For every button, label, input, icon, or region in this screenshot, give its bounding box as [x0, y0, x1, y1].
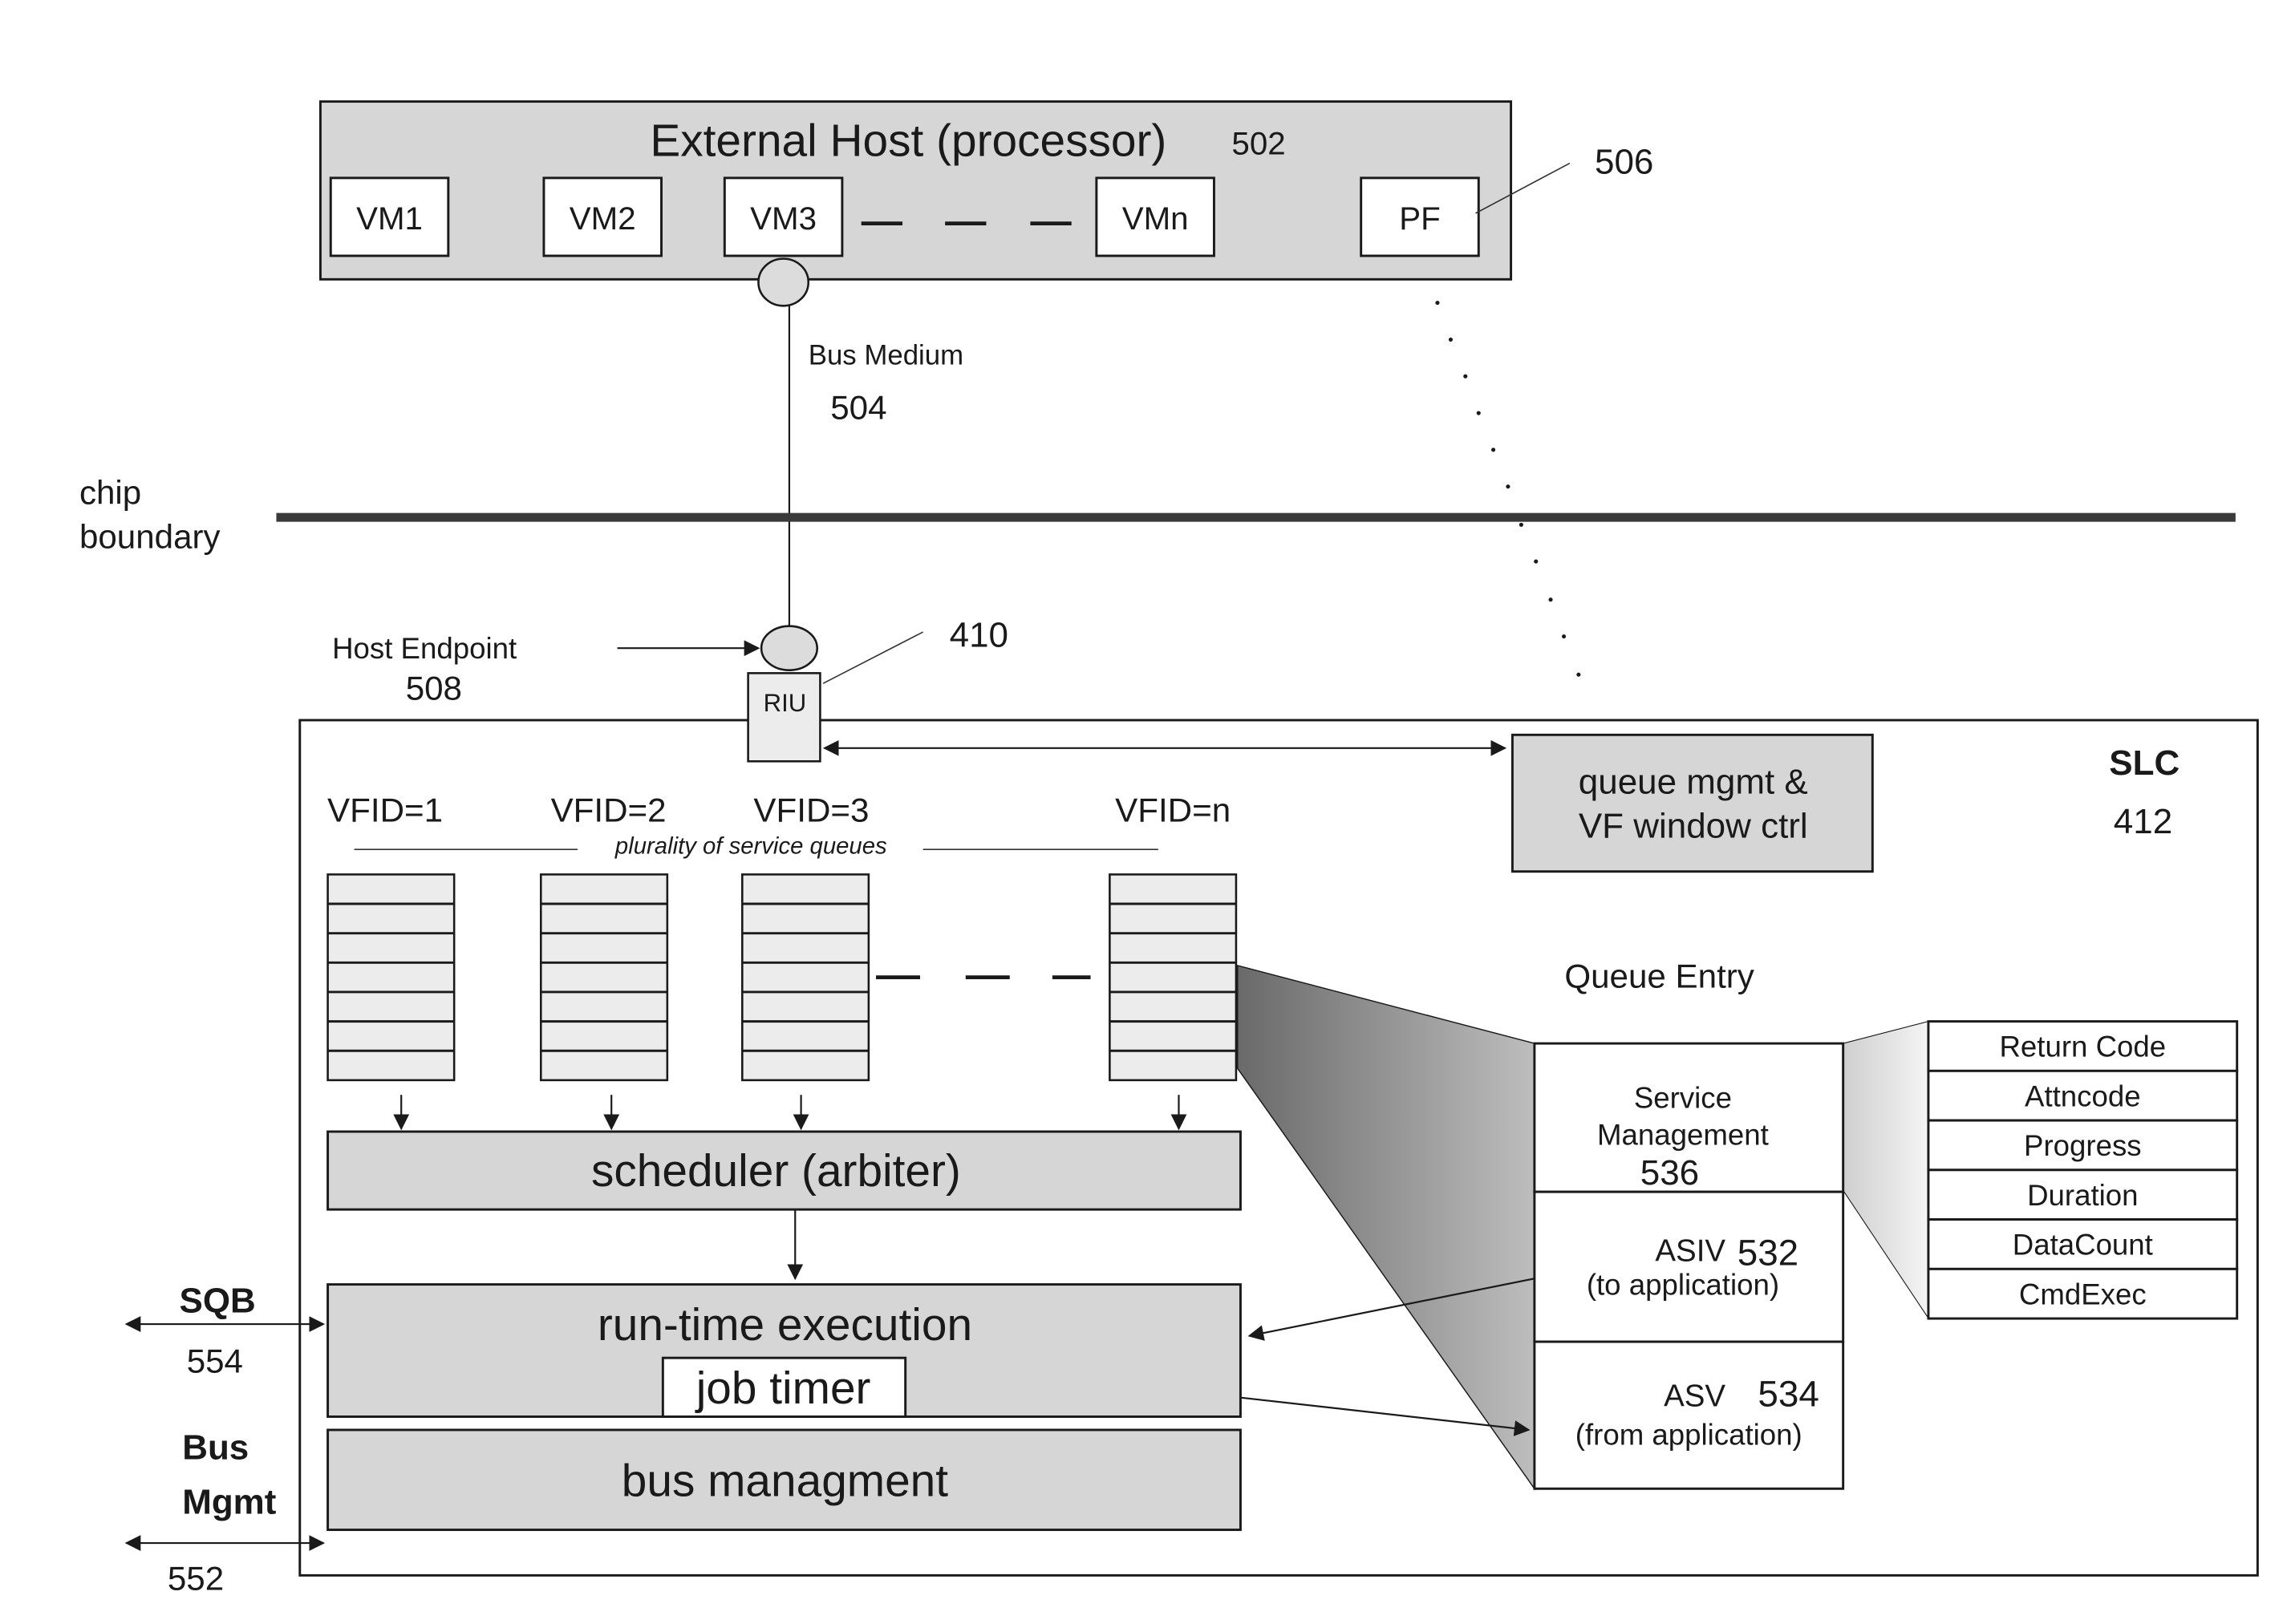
sqb-ref: 554 — [187, 1343, 243, 1380]
asiv-ref: 532 — [1738, 1233, 1798, 1274]
service-field-row: CmdExec — [1927, 1267, 2239, 1320]
service-queues — [326, 873, 1238, 1131]
service-field-label: DataCount — [2013, 1229, 2153, 1262]
bus-mgmt-ref: 552 — [168, 1560, 224, 1598]
chip-boundary-line — [276, 512, 2236, 522]
asiv-label: ASIV — [1655, 1233, 1725, 1268]
riu-label: RIU — [764, 689, 807, 717]
asiv-sub: (to application) — [1587, 1268, 1779, 1301]
vm-label: VM1 — [356, 200, 423, 237]
queue-mgmt-block: queue mgmt & VF window ctrl — [1510, 733, 1874, 873]
riu-ref: 410 — [950, 615, 1008, 654]
service-mgmt-label-2: Management — [1597, 1119, 1769, 1152]
service-queue-3 — [741, 873, 870, 1131]
queue-body — [539, 873, 669, 1082]
riu-block: RIU — [747, 672, 821, 763]
service-field-label: Return Code — [1999, 1031, 2166, 1063]
slc-label: SLC — [2109, 743, 2180, 783]
service-queue-4 — [1109, 873, 1238, 1131]
sqb-label: SQB — [180, 1281, 256, 1320]
external-host-ref: 502 — [1231, 126, 1285, 162]
pf-label: PF — [1399, 200, 1441, 237]
vm-label: VMn — [1122, 200, 1189, 237]
service-fields-table: Return Code Attncode Progress Duration DataC… — [1927, 1020, 2239, 1320]
queues-caption: plurality of service queues — [614, 833, 887, 860]
vm-box-1: VM1 — [329, 176, 450, 257]
asv-sub: (from application) — [1575, 1418, 1802, 1451]
service-field-label: CmdExec — [2019, 1278, 2147, 1310]
scheduler-block: scheduler (arbiter) — [326, 1130, 1242, 1211]
vm-box-n: VMn — [1095, 176, 1215, 257]
service-mgmt-label-1: Service — [1634, 1082, 1732, 1115]
queue-body — [741, 873, 870, 1082]
queue-mgmt-label-2: VF window ctrl — [1579, 807, 1808, 846]
vm-box-2: VM2 — [542, 176, 663, 257]
service-mgmt-ref: 536 — [1640, 1153, 1699, 1193]
queue-entry-block: Service Management 536 ASIV 532 (to appl… — [1533, 1042, 1845, 1490]
service-field-row: Progress — [1927, 1119, 2239, 1172]
service-field-row: Return Code — [1927, 1020, 2239, 1072]
service-field-row: Duration — [1927, 1168, 2239, 1221]
vm-label: VM2 — [570, 200, 636, 237]
vm-label: VM3 — [750, 200, 817, 237]
bus-medium-label: Bus Medium — [809, 340, 963, 371]
host-endpoint-label: Host Endpoint — [332, 632, 517, 665]
runtime-label: run-time execution — [598, 1300, 972, 1351]
asv-ref: 534 — [1758, 1374, 1819, 1415]
chip-boundary-label-1: chip — [79, 474, 141, 512]
vfid-label-1: VFID=1 — [327, 791, 443, 828]
service-fields-zoom-fan — [1843, 1020, 1929, 1320]
slc-ref: 412 — [2114, 802, 2172, 841]
bus-mgmt-side-label-2: Mgmt — [182, 1482, 277, 1521]
service-queue-2 — [539, 873, 669, 1131]
queue-body — [1109, 873, 1238, 1082]
vfid-label-2: VFID=2 — [551, 791, 667, 828]
pf-dotted-link — [1435, 301, 1581, 677]
riu-leader-line — [822, 631, 924, 684]
bus-management-label: bus managment — [622, 1456, 949, 1506]
diagram-canvas: External Host (processor) 502 VM1 VM2 VM… — [79, 100, 2259, 1598]
vm-box-3: VM3 — [723, 176, 844, 257]
service-queue-1 — [326, 873, 456, 1131]
host-endpoint-port — [760, 625, 819, 671]
pf-box: PF — [1360, 176, 1480, 257]
service-field-label: Attncode — [2025, 1079, 2141, 1112]
runtime-execution-block: run-time execution job timer — [326, 1283, 1242, 1418]
bus-management-block: bus managment — [326, 1428, 1242, 1532]
service-field-row: Attncode — [1927, 1069, 2239, 1122]
external-host-block: External Host (processor) 502 VM1 VM2 VM… — [318, 100, 1513, 281]
service-field-label: Duration — [2027, 1179, 2138, 1212]
bus-mgmt-side-label-1: Bus — [182, 1428, 249, 1468]
queue-body — [326, 873, 456, 1082]
vm3-bus-port — [757, 257, 810, 307]
job-timer-label: job timer — [695, 1363, 871, 1414]
host-endpoint-ref: 508 — [406, 669, 462, 707]
chip-boundary-label-2: boundary — [79, 518, 221, 556]
external-host-title: External Host (processor) — [650, 115, 1166, 166]
scheduler-label: scheduler (arbiter) — [591, 1146, 961, 1197]
queue-entry-title: Queue Entry — [1564, 957, 1754, 994]
service-field-row: DataCount — [1927, 1218, 2239, 1270]
queue-mgmt-label-1: queue mgmt & — [1579, 763, 1808, 802]
pf-ref: 506 — [1595, 142, 1653, 181]
bus-medium-ref: 504 — [830, 388, 886, 426]
vfid-label-n: VFID=n — [1115, 791, 1231, 828]
queue-entry-zoom-fan — [1237, 965, 1535, 1491]
vfid-label-3: VFID=3 — [753, 791, 869, 828]
asv-label: ASV — [1664, 1379, 1725, 1414]
service-field-label: Progress — [2024, 1129, 2142, 1162]
